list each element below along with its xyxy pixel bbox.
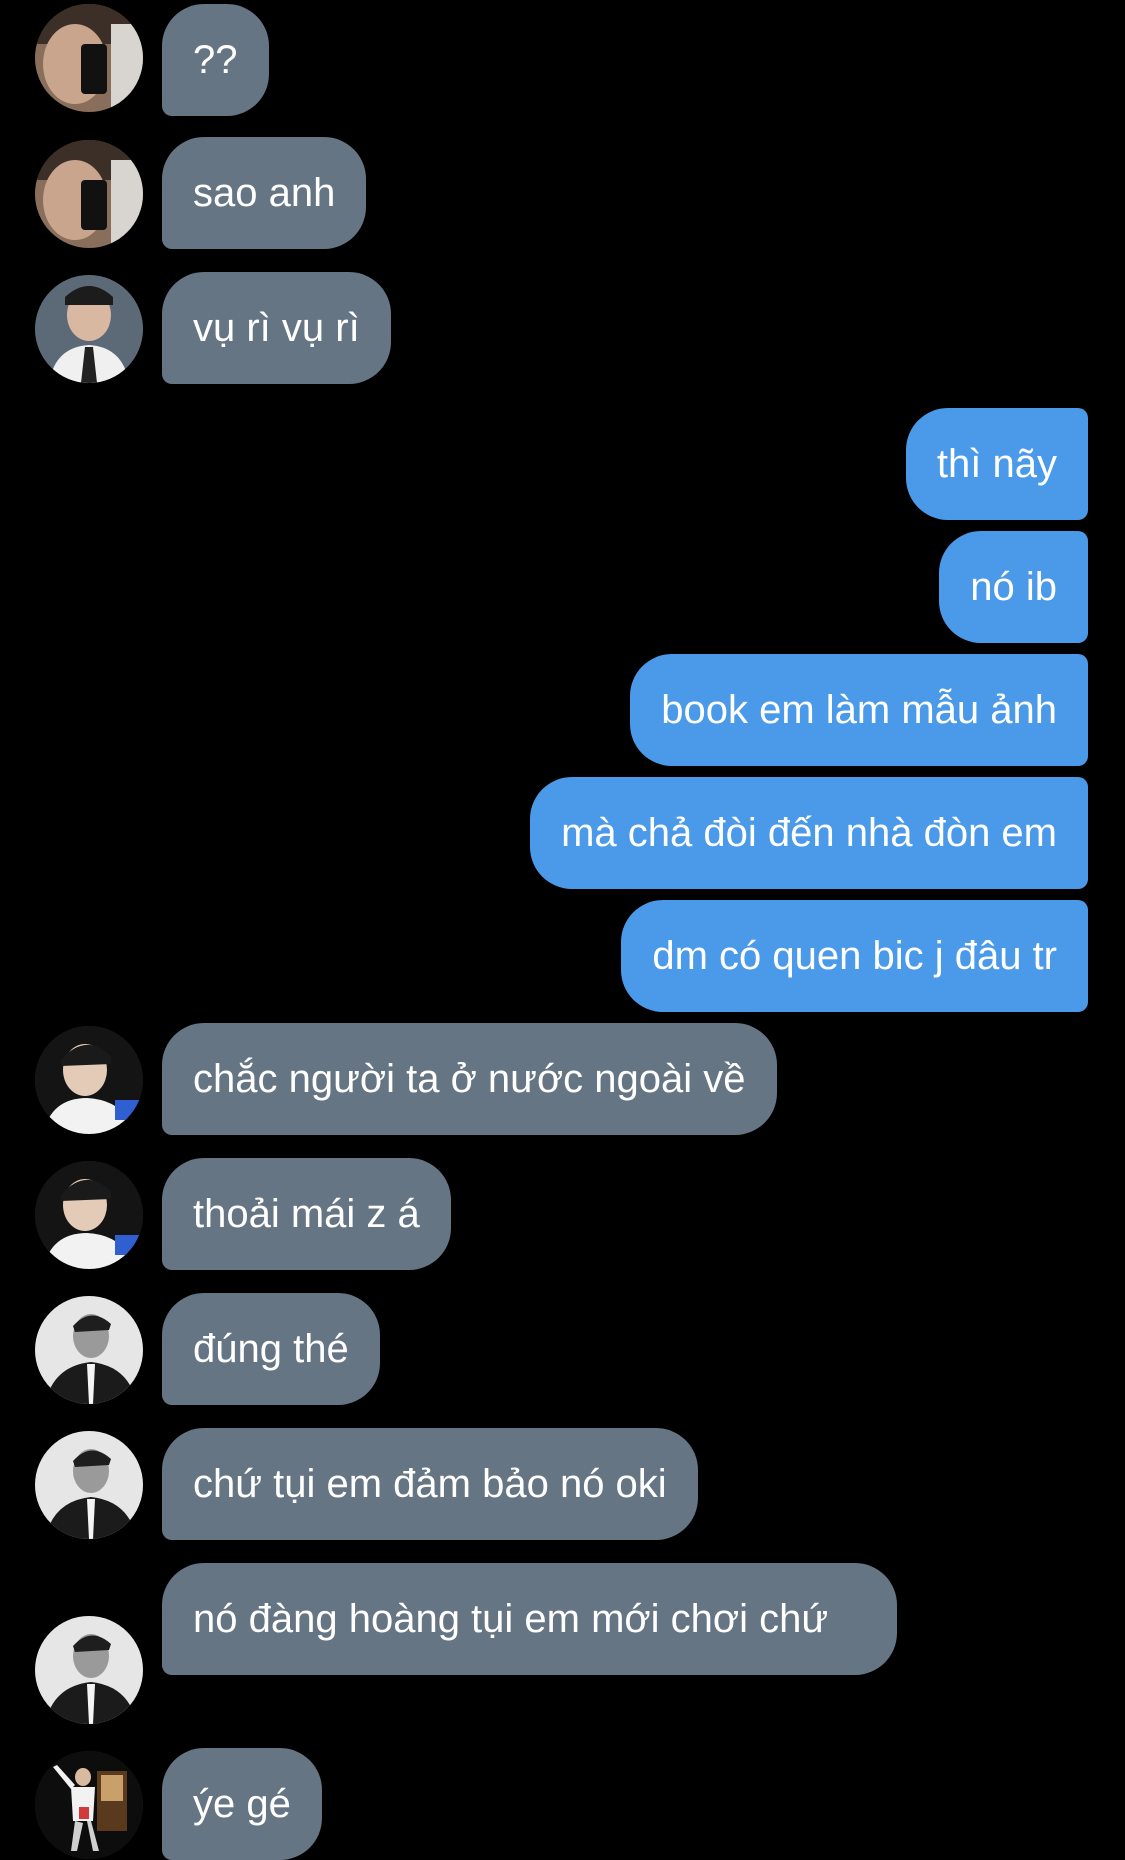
message-bubble-incoming[interactable]: sao anh (162, 137, 367, 249)
message-text: book em làm mẫu ảnh (661, 688, 1057, 732)
message-bubble-incoming[interactable]: thoải mái z á (162, 1158, 451, 1270)
message-bubble-incoming[interactable]: ?? (162, 4, 269, 116)
avatar-photo-icon (35, 1161, 143, 1269)
message-bubble-outgoing[interactable]: thì nãy (905, 408, 1088, 520)
message-text: nó ib (970, 565, 1057, 609)
message-bubble-incoming[interactable]: vụ rì vụ rì (162, 272, 391, 384)
message-text: thoải mái z á (193, 1192, 420, 1236)
message-text: chắc người ta ở nước ngoài về (193, 1057, 746, 1101)
avatar[interactable] (35, 1751, 143, 1859)
message-text: ?? (193, 38, 238, 82)
avatar-photo-icon (35, 1026, 143, 1134)
message-bubble-outgoing[interactable]: dm có quen bic j đâu tr (621, 900, 1088, 1012)
message-text: đúng thé (193, 1327, 349, 1371)
message-text: ýe gé (193, 1782, 291, 1826)
message-text: mà chả đòi đến nhà đòn em (561, 811, 1057, 855)
avatar[interactable] (35, 1026, 143, 1134)
message-text: vụ rì vụ rì (193, 306, 360, 350)
avatar-photo-icon (35, 1751, 143, 1859)
avatar-photo-icon (35, 140, 143, 248)
message-bubble-incoming[interactable]: ýe gé (162, 1748, 322, 1860)
message-text: sao anh (193, 171, 336, 215)
message-bubble-incoming[interactable]: đúng thé (162, 1293, 380, 1405)
avatar[interactable] (35, 1296, 143, 1404)
avatar-photo-icon (35, 1431, 143, 1539)
message-text: nó đàng hoàng tụi em mới chơi chứ (193, 1597, 829, 1641)
message-bubble-incoming[interactable]: chắc người ta ở nước ngoài về (162, 1023, 777, 1135)
avatar[interactable] (35, 1616, 143, 1724)
message-bubble-incoming[interactable]: nó đàng hoàng tụi em mới chơi chứ (162, 1563, 897, 1675)
avatar-photo-icon (35, 275, 143, 383)
message-text: thì nãy (936, 442, 1057, 486)
chat-thread[interactable]: ?? sao anh vụ rì vụ rì thì nãy nó ib boo… (0, 0, 1125, 1860)
avatar-photo-icon (35, 4, 143, 112)
avatar-photo-icon (35, 1616, 143, 1724)
message-bubble-incoming[interactable]: chứ tụi em đảm bảo nó oki (162, 1428, 698, 1540)
message-bubble-outgoing[interactable]: book em làm mẫu ảnh (630, 654, 1088, 766)
message-text: dm có quen bic j đâu tr (652, 934, 1057, 978)
avatar[interactable] (35, 140, 143, 248)
message-bubble-outgoing[interactable]: mà chả đòi đến nhà đòn em (530, 777, 1088, 889)
avatar[interactable] (35, 4, 143, 112)
avatar-photo-icon (35, 1296, 143, 1404)
message-text: chứ tụi em đảm bảo nó oki (193, 1462, 667, 1506)
avatar[interactable] (35, 275, 143, 383)
avatar[interactable] (35, 1161, 143, 1269)
avatar[interactable] (35, 1431, 143, 1539)
message-bubble-outgoing[interactable]: nó ib (939, 531, 1088, 643)
